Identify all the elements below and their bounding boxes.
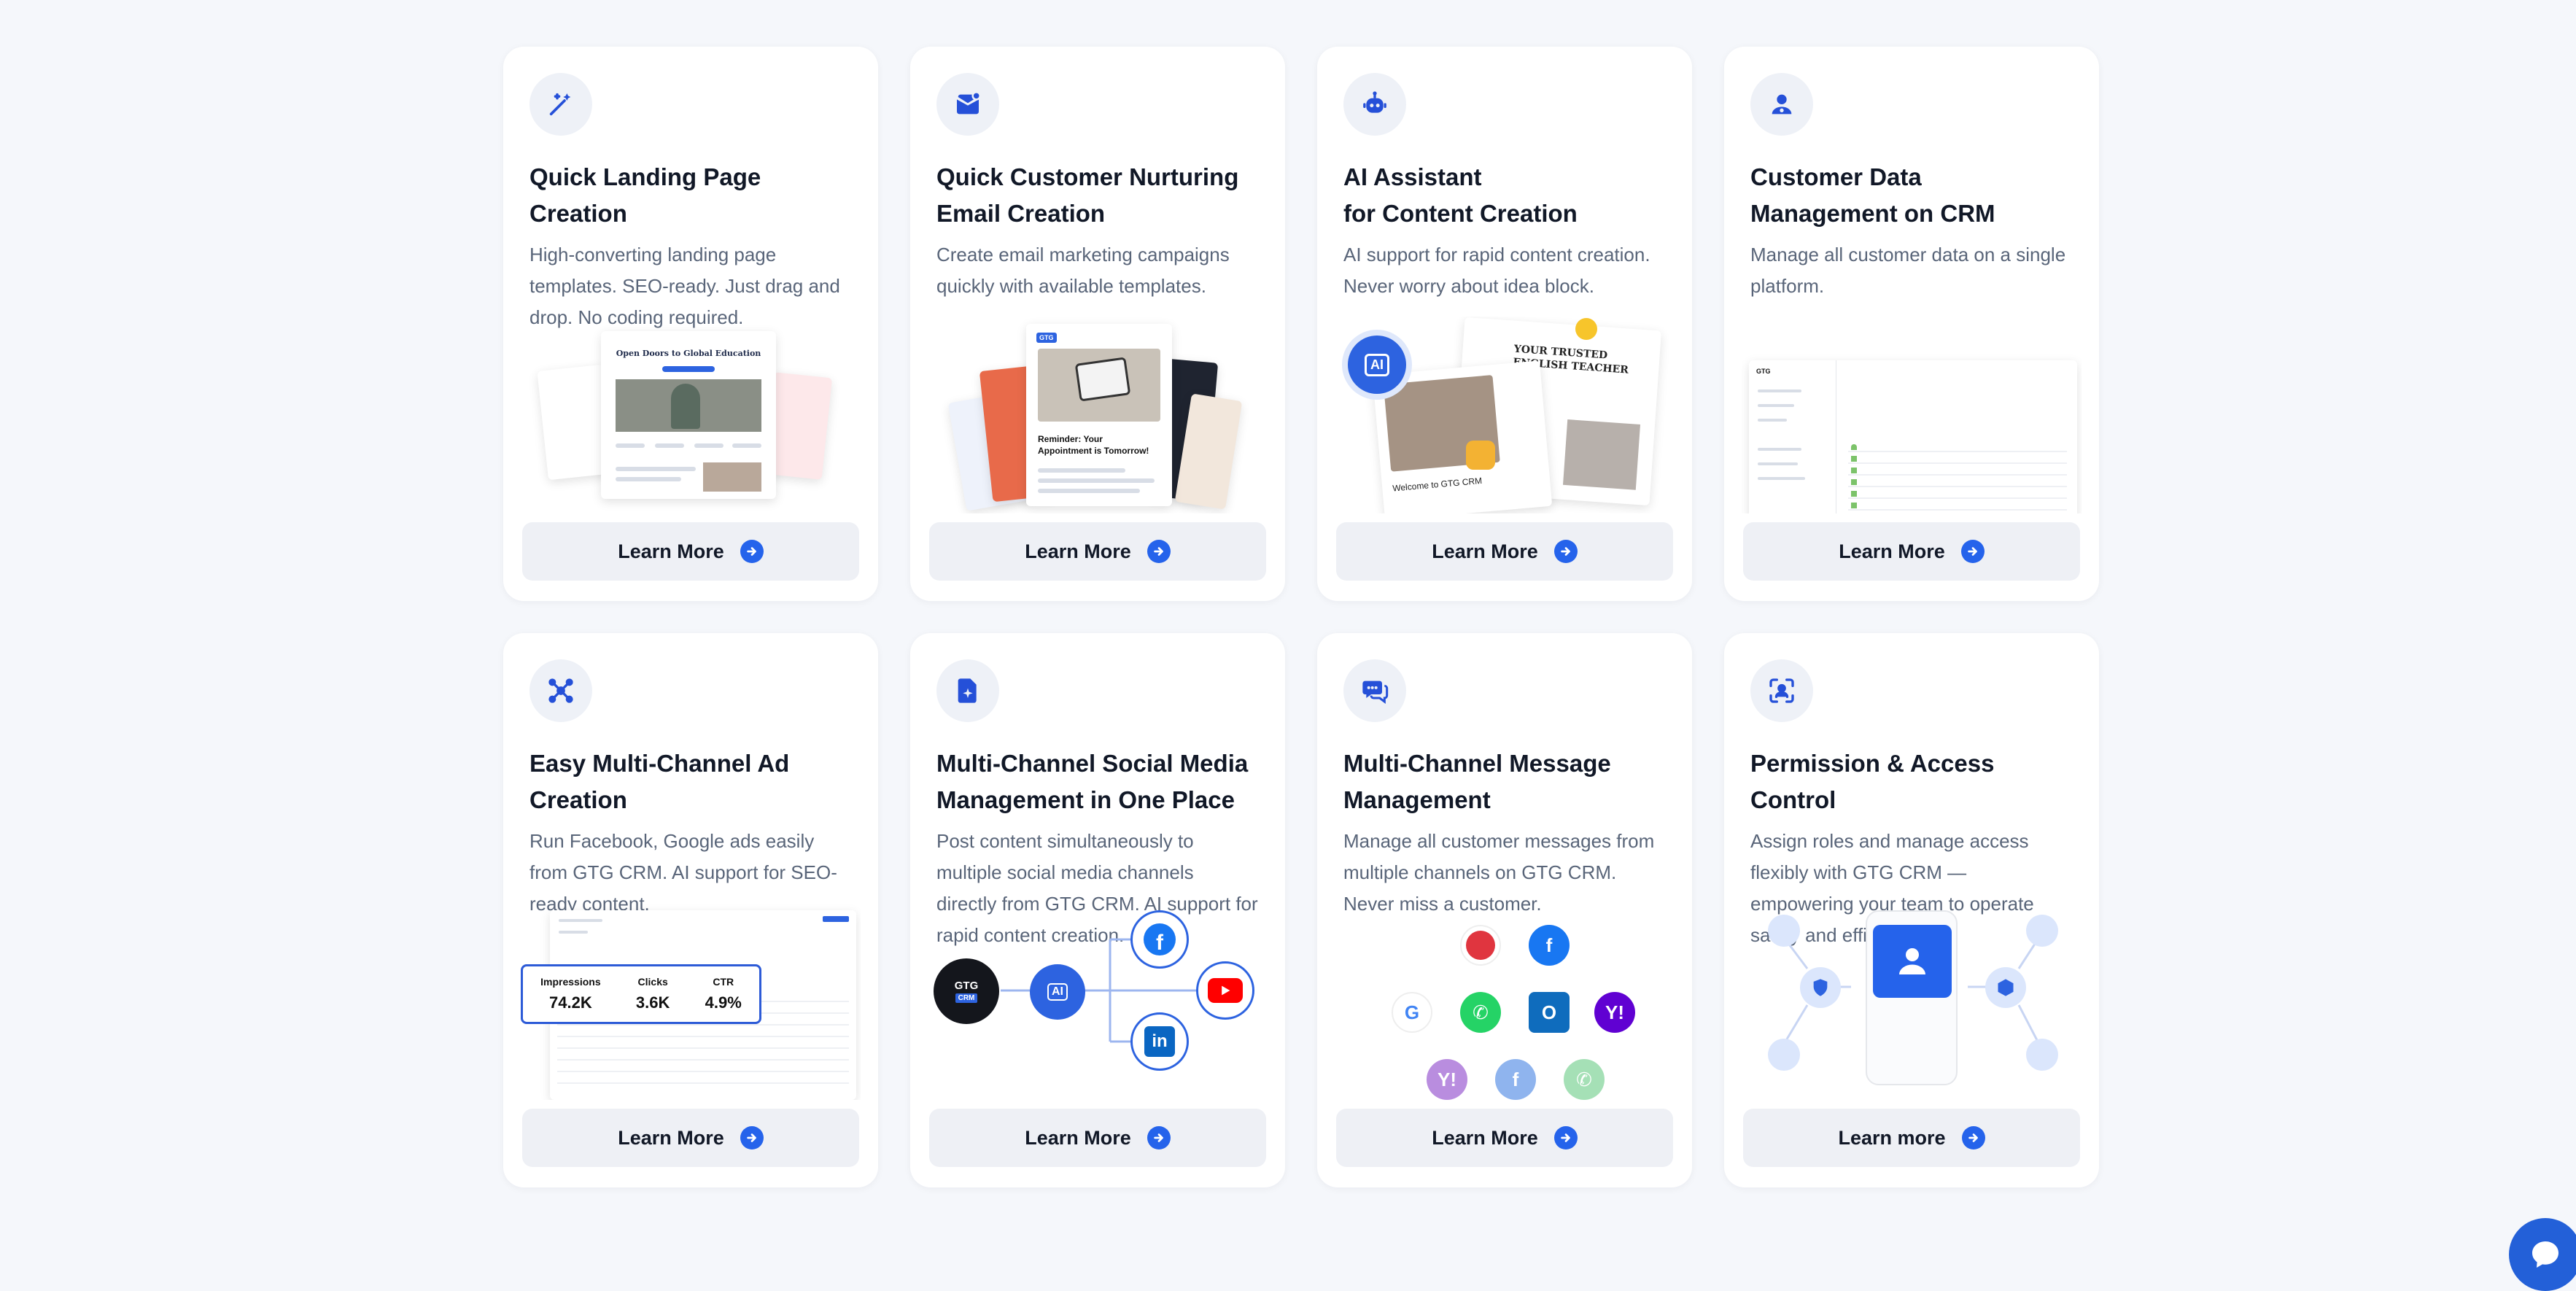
card-title: Multi-Channel Message Management <box>1343 750 1611 813</box>
card-title: Multi-Channel Social Media Management in… <box>936 750 1249 813</box>
learn-more-label: Learn More <box>1025 1126 1131 1149</box>
illustration-headline: Reminder: Your Appointment is Tomorrow! <box>1038 434 1149 456</box>
arrow-right-icon <box>1147 540 1171 563</box>
feature-card-messages: Multi-Channel Message Management Manage … <box>1317 633 1692 1187</box>
robot-icon <box>1343 73 1406 136</box>
user-profile-icon <box>1873 925 1952 998</box>
feature-grid: Quick Landing Page Creation High-convert… <box>503 47 2099 1187</box>
shield-hex-icon <box>1985 967 2026 1008</box>
card-description: Create email marketing campaigns quickly… <box>936 244 1230 297</box>
stat-ctr: CTR 4.9% <box>705 976 742 1012</box>
ad-stats-box: Impressions 74.2K Clicks 3.6K CTR 4.9% <box>521 964 761 1024</box>
illustration-welcome: Welcome to GTG CRM <box>1392 475 1483 494</box>
learn-more-label: Learn more <box>1838 1126 1946 1149</box>
chat-icon <box>1343 659 1406 722</box>
learn-more-button[interactable]: Learn more <box>1743 1109 2080 1167</box>
card-title: Permission & Access Control <box>1750 750 1995 813</box>
learn-more-button[interactable]: Learn More <box>1743 522 2080 581</box>
stat-impressions: Impressions 74.2K <box>540 976 601 1012</box>
feature-card-ai-assistant: AI Assistant for Content Creation AI sup… <box>1317 47 1692 601</box>
email-illustration: GTG Reminder: Your Appointment is Tomorr… <box>928 317 1268 513</box>
ai-label: AI <box>1365 353 1389 376</box>
card-title: AI Assistant for Content Creation <box>1343 163 1578 227</box>
arrow-right-icon <box>1960 540 1985 563</box>
feature-card-landing-page: Quick Landing Page Creation High-convert… <box>503 47 878 601</box>
google-icon: G <box>1392 992 1432 1033</box>
yahoo-icon: Y! <box>1427 1059 1467 1100</box>
magic-wand-icon <box>529 73 592 136</box>
learn-more-label: Learn More <box>1025 540 1131 562</box>
ai-node: AI <box>1030 964 1085 1020</box>
shield-icon <box>1800 967 1841 1008</box>
stat-clicks: Clicks 3.6K <box>635 976 670 1012</box>
chat-bubble-icon <box>2532 1241 2558 1268</box>
feature-card-email: Quick Customer Nurturing Email Creation … <box>910 47 1285 601</box>
learn-more-button[interactable]: Learn More <box>1336 1109 1673 1167</box>
arrow-right-icon <box>1553 1126 1578 1150</box>
card-description: Manage all customer data on a single pla… <box>1750 244 2066 297</box>
user-node-icon <box>1768 1039 1800 1071</box>
outlook-icon: O <box>1529 992 1570 1033</box>
learn-more-button[interactable]: Learn More <box>522 1109 859 1167</box>
network-icon <box>529 659 592 722</box>
card-title: Customer Data Management on CRM <box>1750 163 1995 227</box>
arrow-right-icon <box>1553 540 1578 563</box>
arrow-right-icon <box>1961 1126 1985 1150</box>
emoji-heart-eyes-icon <box>1575 318 1597 340</box>
yahoo-icon: Y! <box>1594 992 1635 1033</box>
gtg-crm-logo: GTG CRM <box>934 958 999 1024</box>
learn-more-label: Learn More <box>618 540 724 562</box>
learn-more-button[interactable]: Learn More <box>929 522 1266 581</box>
learn-more-label: Learn More <box>1839 540 1945 562</box>
mail-icon <box>936 73 999 136</box>
linkedin-icon: in <box>1130 1012 1189 1071</box>
card-title: Quick Customer Nurturing Email Creation <box>936 163 1239 227</box>
card-title: Easy Multi-Channel Ad Creation <box>529 750 790 813</box>
arrow-right-icon <box>1147 1126 1171 1150</box>
user-group-icon <box>2026 915 2058 947</box>
illustration-headline: Open Doors to Global Education <box>616 349 761 358</box>
ads-dashboard-illustration: Impressions 74.2K Clicks 3.6K CTR 4.9% <box>521 903 861 1100</box>
illustration-badge: GTG <box>1036 333 1057 343</box>
card-title: Quick Landing Page Creation <box>529 163 761 227</box>
arrow-right-icon <box>740 540 764 563</box>
learn-more-button[interactable]: Learn More <box>1336 522 1673 581</box>
whatsapp-icon: ✆ <box>1460 992 1501 1033</box>
learn-more-button[interactable]: Learn More <box>522 522 859 581</box>
user-icon <box>1750 73 1813 136</box>
document-spark-icon <box>936 659 999 722</box>
feature-card-social-media: Multi-Channel Social Media Management in… <box>910 633 1285 1187</box>
ai-badge: AI <box>1342 330 1412 400</box>
social-flow-illustration: GTG CRM AI f in <box>928 903 1268 1100</box>
access-control-illustration <box>1742 903 2082 1100</box>
channel-icons-illustration: f G ✆ O Y! Y! f ✆ <box>1335 903 1675 1100</box>
feature-card-ads: Easy Multi-Channel Ad Creation Run Faceb… <box>503 633 878 1187</box>
youtube-icon <box>1196 961 1254 1020</box>
learn-more-label: Learn More <box>1432 1126 1538 1149</box>
landing-page-illustration: Open Doors to Global Education <box>521 317 861 513</box>
facebook-icon: f <box>1495 1059 1536 1100</box>
facebook-icon: f <box>1529 925 1570 966</box>
messenger-rooms-icon <box>1460 925 1501 966</box>
user-node-icon <box>1768 915 1800 947</box>
arrow-right-icon <box>740 1126 764 1150</box>
ai-content-illustration: YOUR TRUSTED ENGLISH TEACHER Welcome to … <box>1335 317 1675 513</box>
learn-more-button[interactable]: Learn More <box>929 1109 1266 1167</box>
learn-more-label: Learn More <box>618 1126 724 1149</box>
feature-card-permissions: Permission & Access Control Assign roles… <box>1724 633 2099 1187</box>
user-scan-icon <box>1750 659 1813 722</box>
crm-table-illustration: GTG <box>1742 317 2082 513</box>
card-description: AI support for rapid content creation. N… <box>1343 244 1650 297</box>
learn-more-label: Learn More <box>1432 540 1538 562</box>
thumbs-up-icon <box>1466 441 1495 470</box>
facebook-icon: f <box>1130 910 1189 969</box>
feature-card-crm-data: Customer Data Management on CRM Manage a… <box>1724 47 2099 601</box>
user-group-icon <box>2026 1039 2058 1071</box>
whatsapp-icon: ✆ <box>1564 1059 1605 1100</box>
chat-widget-button[interactable] <box>2509 1218 2576 1291</box>
